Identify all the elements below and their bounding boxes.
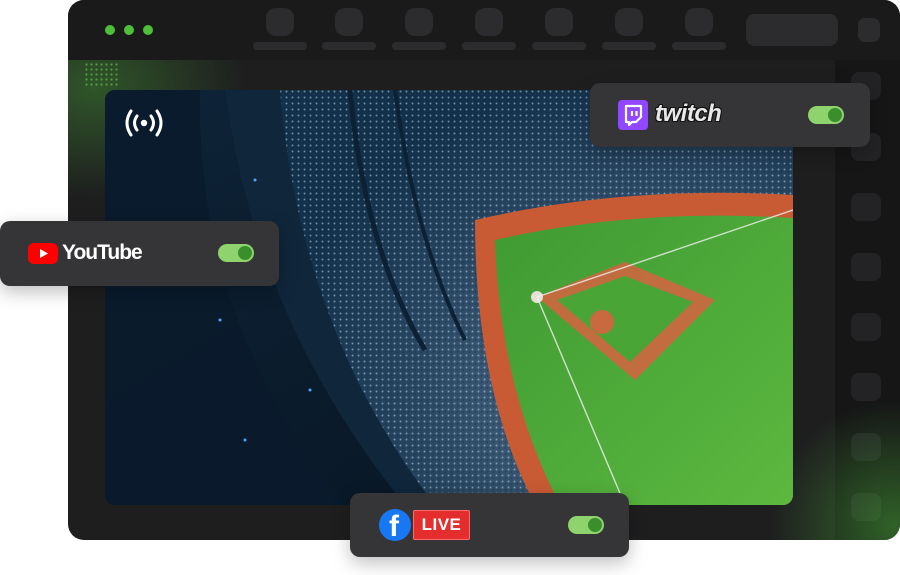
toolbar-menu-button[interactable] [858,18,880,42]
stage: twitch YouTube f LIVE [0,0,900,575]
toolbar-tool[interactable] [528,8,590,52]
broadcast-icon[interactable] [124,108,164,138]
toolbar-action-button[interactable] [746,14,838,46]
destination-card-twitch: twitch [590,83,870,147]
sidebar-button[interactable] [851,313,881,341]
window-dot[interactable] [143,25,153,35]
youtube-logo-icon [28,243,58,264]
toolbar-tool[interactable] [388,8,450,52]
toolbar-tool[interactable] [598,8,660,52]
twitch-toggle[interactable] [808,106,844,124]
window-dot[interactable] [105,25,115,35]
youtube-name: YouTube [62,241,143,264]
sidebar-button[interactable] [851,193,881,221]
window-dot[interactable] [124,25,134,35]
twitch-logo-icon [618,100,648,130]
toolbar-tool[interactable] [668,8,730,52]
stream-preview[interactable] [105,90,793,505]
window-controls [105,25,153,35]
dot-pattern [84,62,120,88]
facebook-toggle[interactable] [568,516,604,534]
twitch-name: twitch [655,100,722,127]
toolbar-tool[interactable] [458,8,520,52]
toggle-knob [238,246,252,260]
stadium-image [105,90,793,505]
toolbar-tool[interactable] [318,8,380,52]
sidebar-button[interactable] [851,253,881,281]
toggle-knob [828,108,842,122]
toolbar-tool[interactable] [249,8,311,52]
facebook-logo-icon: f [379,509,411,543]
sidebar-button[interactable] [851,373,881,401]
toolbar [68,0,900,60]
toggle-knob [588,518,602,532]
live-badge: LIVE [413,510,470,540]
youtube-toggle[interactable] [218,244,254,262]
